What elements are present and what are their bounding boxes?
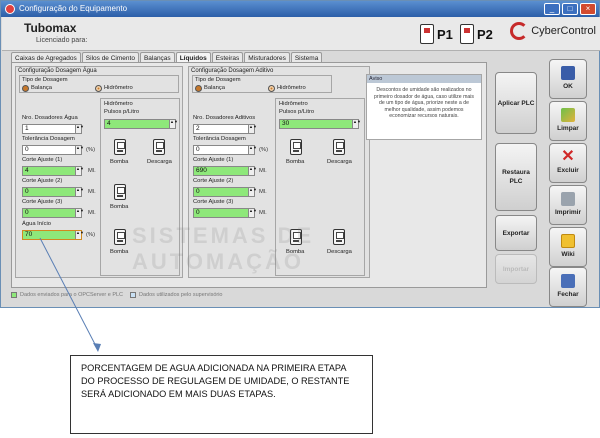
annotation-box: PORCENTAGEM DE AGUA ADICIONADA NA PRIMEI… (70, 355, 373, 434)
